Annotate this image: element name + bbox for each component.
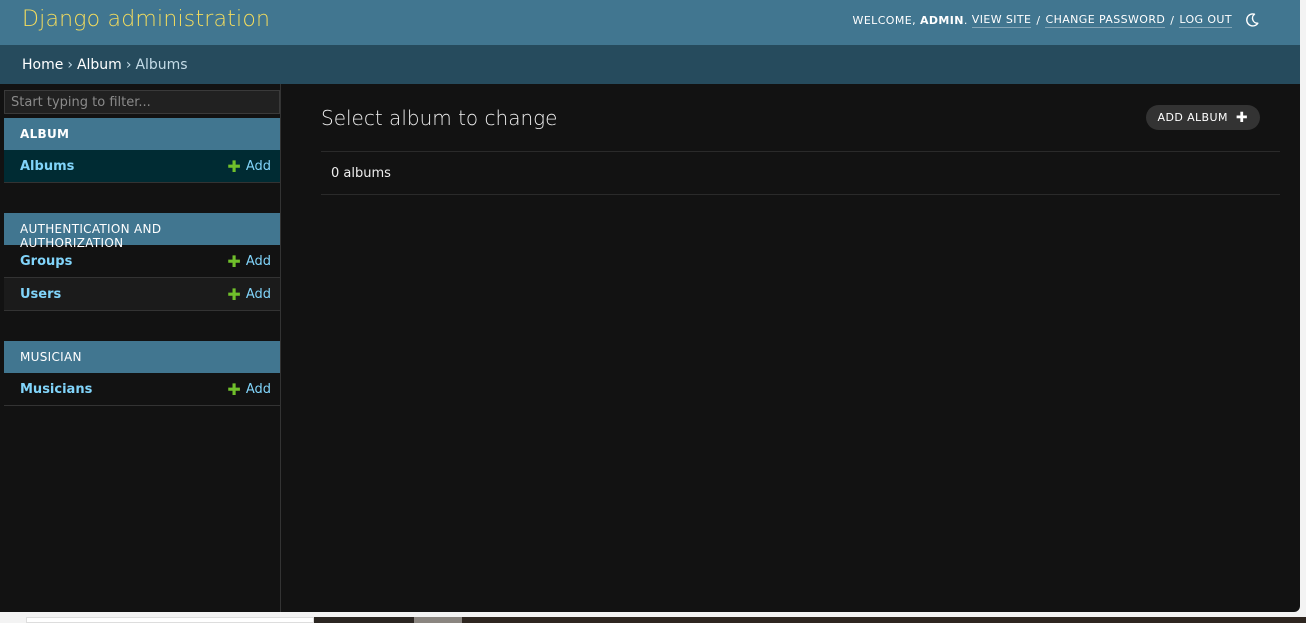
nav-sidebar: ALBUM Albums ✚ Add AUTHENTICATION AND AU… <box>4 84 281 612</box>
user-suffix: . <box>963 13 968 27</box>
add-label: Add <box>245 381 271 397</box>
module-caption-album[interactable]: ALBUM <box>4 118 280 150</box>
plus-icon: ✚ <box>227 156 241 176</box>
sidebar-item-users: Users ✚ Add <box>4 278 280 311</box>
taskbar-segment <box>314 617 414 623</box>
add-users-link[interactable]: ✚ Add <box>227 284 271 304</box>
model-link-albums[interactable]: Albums <box>20 159 74 174</box>
taskbar-segment <box>26 617 314 623</box>
breadcrumb-separator: › <box>67 57 73 73</box>
add-album-label: ADD ALBUM <box>1157 111 1228 124</box>
result-count: 0 albums <box>331 166 391 181</box>
add-label: Add <box>245 253 271 269</box>
tools-separator: / <box>1170 13 1175 27</box>
plus-icon: ✚ <box>227 379 241 399</box>
add-album-button[interactable]: ADD ALBUM ✚ <box>1145 105 1260 130</box>
model-link-groups[interactable]: Groups <box>20 254 72 269</box>
results-count-bar: 0 albums <box>321 151 1280 195</box>
user-tools: WELCOME, ADMIN. VIEW SITE / CHANGE PASSW… <box>853 12 1260 28</box>
nav-filter-input[interactable] <box>4 90 280 114</box>
taskbar-strip <box>0 612 1306 623</box>
add-albums-link[interactable]: ✚ Add <box>227 156 271 176</box>
module-auth: AUTHENTICATION AND AUTHORIZATION Groups … <box>4 213 280 311</box>
sidebar-item-albums: Albums ✚ Add <box>4 150 280 183</box>
browser-window: Django administration WELCOME, ADMIN. VI… <box>0 0 1300 612</box>
add-musicians-link[interactable]: ✚ Add <box>227 379 271 399</box>
breadcrumb-separator: › <box>125 57 132 73</box>
tools-separator: / <box>1036 13 1041 27</box>
breadcrumb-album[interactable]: Album <box>77 57 122 73</box>
taskbar-segment <box>414 617 462 623</box>
model-link-musicians[interactable]: Musicians <box>20 382 92 397</box>
page-title: Select album to change <box>321 106 558 130</box>
log-out-link[interactable]: LOG OUT <box>1179 13 1232 28</box>
plus-icon: ✚ <box>227 251 241 271</box>
header: Django administration WELCOME, ADMIN. VI… <box>0 0 1300 45</box>
moon-icon[interactable] <box>1244 12 1260 28</box>
user-name: ADMIN <box>919 13 964 27</box>
breadcrumb-current: Albums <box>135 57 188 73</box>
view-site-link[interactable]: VIEW SITE <box>971 13 1032 28</box>
model-link-users[interactable]: Users <box>20 287 61 302</box>
module-musician: MUSICIAN Musicians ✚ Add <box>4 341 280 406</box>
plus-icon: ✚ <box>1235 109 1248 126</box>
module-caption-musician[interactable]: MUSICIAN <box>4 341 280 373</box>
add-label: Add <box>245 286 271 302</box>
module-album: ALBUM Albums ✚ Add <box>4 118 280 183</box>
taskbar-segment <box>462 617 1306 623</box>
add-groups-link[interactable]: ✚ Add <box>227 251 271 271</box>
breadcrumb: Home › Album › Albums <box>0 45 1300 84</box>
breadcrumb-home[interactable]: Home <box>22 57 63 73</box>
module-caption-auth[interactable]: AUTHENTICATION AND AUTHORIZATION <box>4 213 280 250</box>
plus-icon: ✚ <box>227 284 241 304</box>
welcome-text: WELCOME, <box>852 13 916 27</box>
sidebar-item-musicians: Musicians ✚ Add <box>4 373 280 406</box>
site-branding[interactable]: Django administration <box>22 7 270 32</box>
add-label: Add <box>245 158 271 174</box>
change-password-link[interactable]: CHANGE PASSWORD <box>1045 13 1166 28</box>
main-content: Select album to change ADD ALBUM ✚ 0 alb… <box>321 84 1280 612</box>
